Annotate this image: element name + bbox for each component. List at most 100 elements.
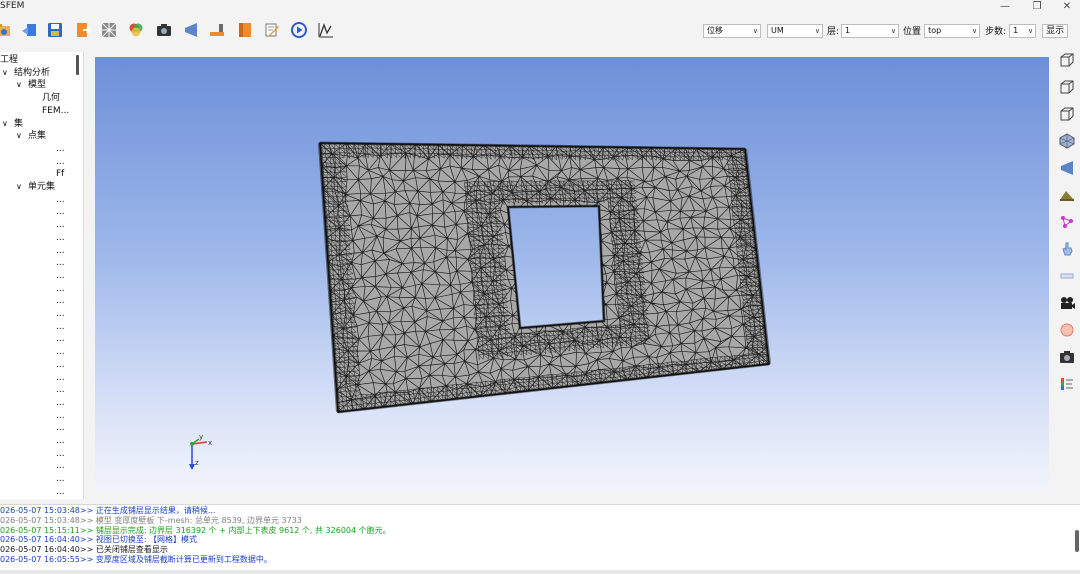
tree-item[interactable]: ... (56, 270, 65, 282)
tree-item[interactable]: ... (56, 460, 65, 472)
color-map-icon[interactable] (127, 21, 145, 39)
tree-item[interactable]: ... (56, 499, 65, 500)
material-icon[interactable] (236, 21, 254, 39)
tree-item[interactable]: ... (56, 143, 65, 155)
tree-item[interactable]: ... (56, 486, 65, 498)
tree-item[interactable]: ... (56, 333, 65, 345)
edit-icon[interactable] (263, 21, 281, 39)
tree-item[interactable]: ... (56, 422, 65, 434)
tree-item[interactable]: ∨ 模型 (16, 79, 46, 91)
tree-item[interactable]: ... (56, 257, 65, 269)
layer-icon[interactable] (1059, 187, 1075, 203)
expand-toggle-icon[interactable]: ∨ (2, 118, 8, 130)
tree-item[interactable]: ∨ 结构分析 (2, 67, 51, 79)
tree-item-label: 单元集 (28, 182, 56, 192)
measure-icon[interactable] (208, 21, 226, 39)
legend-icon[interactable] (1059, 376, 1075, 392)
play-icon[interactable] (290, 21, 308, 39)
chevron-down-icon: ∨ (890, 26, 897, 35)
tree-item[interactable]: ... (56, 473, 65, 485)
iso-view-icon[interactable] (1059, 52, 1075, 68)
tree-item-label: ... (56, 410, 65, 421)
tree-item-label: ... (56, 474, 65, 485)
status-bar (0, 570, 1080, 574)
app-window: SFEM — ❐ ✕ 位移 ∨ UM ∨ 层: 1 ∨ 位置 top ∨ 步数: 1 ∨ … (0, 0, 1080, 574)
tree-item[interactable]: ∨ 单元集 (16, 181, 56, 193)
show-button[interactable]: 显示 (1042, 23, 1069, 38)
tree-item-label: ... (56, 207, 65, 218)
tree-item[interactable]: 工程 (0, 54, 18, 66)
curve-icon[interactable] (317, 21, 335, 39)
tree-item[interactable]: ... (56, 245, 65, 257)
front-view-icon[interactable] (1059, 106, 1075, 122)
tree-item[interactable]: ... (56, 397, 65, 409)
video-camera-icon[interactable] (1059, 295, 1075, 311)
expand-toggle-icon[interactable]: ∨ (16, 181, 22, 193)
open-folder-icon[interactable] (0, 21, 12, 39)
tree-item[interactable]: ... (56, 194, 65, 206)
tree-item[interactable]: FEM... (42, 105, 69, 117)
wireframe-view-icon[interactable] (1059, 79, 1075, 95)
tree-item[interactable]: ... (56, 321, 65, 333)
tree-item-label: ... (56, 321, 65, 332)
tree-item[interactable]: ... (56, 410, 65, 422)
mesh-view-icon[interactable] (100, 21, 118, 39)
tree-item[interactable]: ... (56, 219, 65, 231)
close-button[interactable]: ✕ (1054, 0, 1080, 14)
material-sphere-icon[interactable] (1059, 322, 1075, 338)
step-select[interactable]: 1 ∨ (1009, 23, 1037, 38)
component-select[interactable]: UM ∨ (767, 23, 823, 38)
expand-toggle-icon[interactable]: ∨ (2, 67, 8, 79)
tree-item-label: ... (56, 296, 65, 307)
mesh-canvas[interactable]: x y z (95, 57, 1049, 491)
result-type-select[interactable]: 位移 ∨ (703, 23, 761, 38)
tree-item[interactable]: ... (56, 346, 65, 358)
view-tools-column (1055, 52, 1080, 392)
minimize-button[interactable]: — (992, 0, 1018, 14)
tree-item[interactable]: ... (56, 359, 65, 371)
save-icon[interactable] (46, 21, 64, 39)
tree-item[interactable]: ... (56, 435, 65, 447)
tree-item[interactable]: ... (56, 206, 65, 218)
tree-item-label: ... (56, 143, 65, 154)
tree-item[interactable]: ... (56, 156, 65, 168)
log-scrollbar[interactable] (1075, 530, 1079, 552)
camera-icon[interactable] (155, 21, 173, 39)
expand-toggle-icon[interactable]: ∨ (16, 130, 22, 142)
tree-item-label: ... (56, 423, 65, 434)
tree-item[interactable]: ∨ 集 (2, 118, 23, 130)
tree-item[interactable]: ... (56, 448, 65, 460)
tree-item[interactable]: ... (56, 232, 65, 244)
tree-item-label: ... (56, 461, 65, 472)
expand-toggle-icon[interactable]: ∨ (16, 79, 22, 91)
hand-select-icon[interactable] (1059, 241, 1075, 257)
export-icon[interactable] (74, 21, 92, 39)
tree-item-label: ... (56, 270, 65, 281)
import-icon[interactable] (20, 21, 38, 39)
tree-item[interactable]: ... (56, 372, 65, 384)
axis-y-label: y (199, 433, 203, 441)
tree-item-label: 结构分析 (14, 67, 51, 78)
tree-item[interactable]: ... (56, 384, 65, 396)
model-viewport[interactable]: x y z (95, 57, 1049, 491)
tree-item[interactable]: 几何 (42, 92, 60, 104)
axis-origin (190, 442, 194, 446)
tree-item-label: ... (56, 156, 65, 167)
node-select-icon[interactable] (1059, 214, 1075, 230)
tree-item[interactable]: ... (56, 308, 65, 320)
tree-item-label: 几何 (42, 93, 61, 104)
tree-item[interactable]: ... (56, 283, 65, 295)
tree-item[interactable]: Ff (56, 168, 64, 180)
restore-button[interactable]: ❐ (1024, 0, 1050, 14)
tree-item-label: ... (56, 436, 65, 446)
section-plane-icon[interactable] (1059, 160, 1075, 176)
ruler-icon[interactable] (1059, 268, 1075, 284)
position-select[interactable]: top ∨ (924, 23, 981, 38)
tree-item[interactable]: ... (56, 295, 65, 307)
tree-item[interactable]: ∨ 点集 (16, 130, 46, 142)
layer-select[interactable]: 1 ∨ (841, 23, 900, 38)
tree-scrollbar[interactable] (76, 55, 79, 75)
lattice-icon[interactable] (1059, 133, 1075, 149)
plane-icon[interactable] (182, 21, 200, 39)
screenshot-icon[interactable] (1059, 349, 1075, 365)
